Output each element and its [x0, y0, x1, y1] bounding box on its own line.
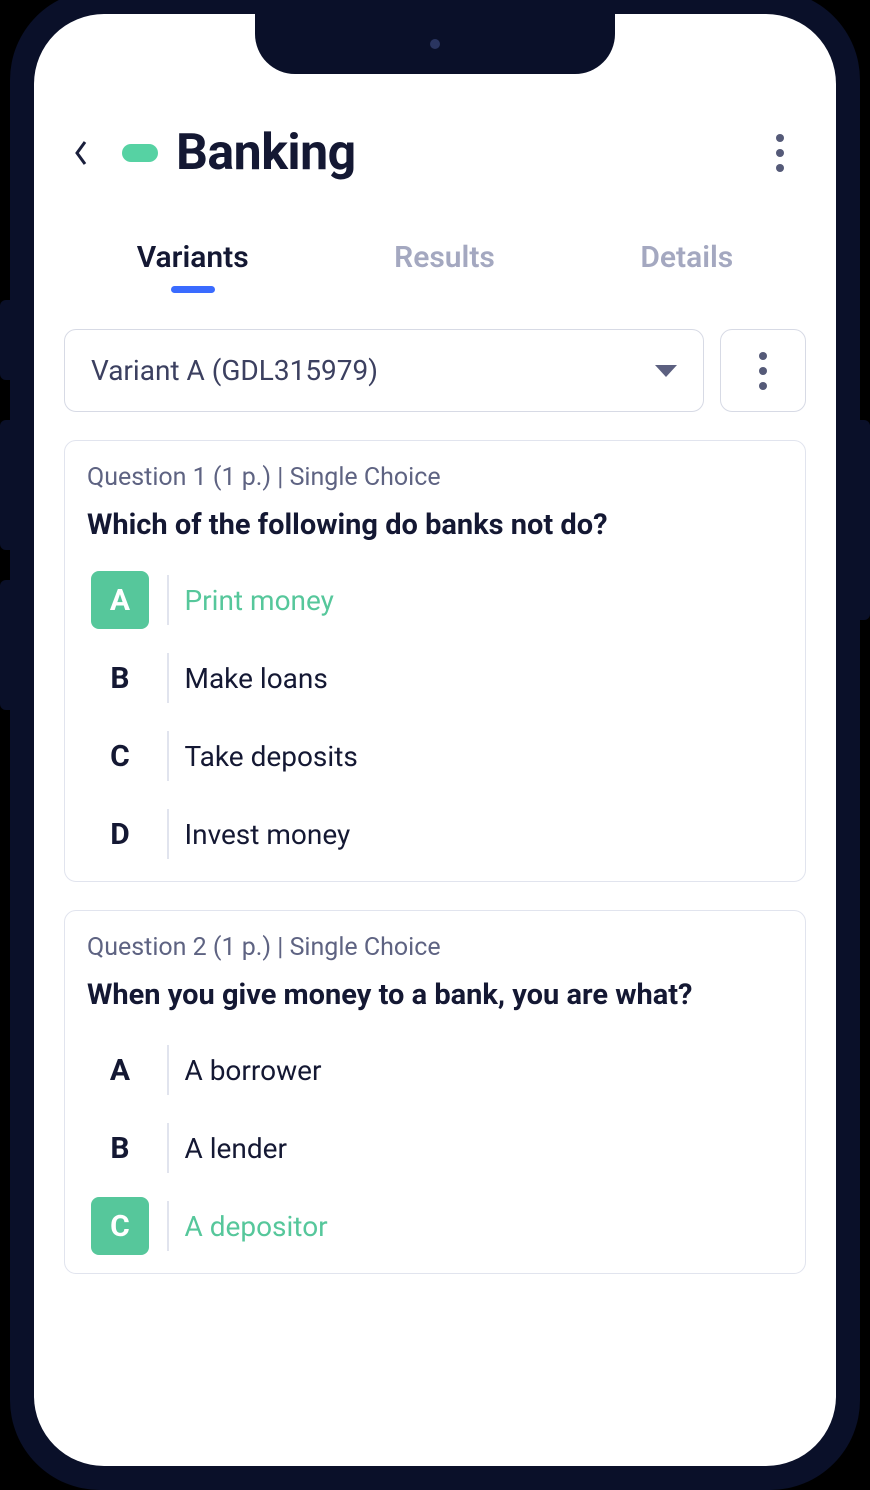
- tab-details[interactable]: Details: [636, 234, 737, 281]
- phone-side-button: [860, 420, 870, 620]
- variant-select-label: Variant A (GDL315979): [91, 354, 378, 387]
- dot-icon: [759, 382, 767, 390]
- dot-icon: [759, 352, 767, 360]
- app-content: Banking Variants Results Details Variant…: [34, 14, 836, 1466]
- phone-side-button: [0, 580, 10, 710]
- phone-frame: Banking Variants Results Details Variant…: [10, 0, 860, 1490]
- option-text: Invest money: [177, 805, 784, 863]
- phone-speaker-dot: [430, 39, 440, 49]
- answer-option[interactable]: A A borrower: [87, 1031, 783, 1109]
- option-text: Make loans: [177, 649, 784, 707]
- question-card: Question 1 (1 p.) | Single Choice Which …: [64, 440, 806, 882]
- phone-side-button: [0, 420, 10, 550]
- option-letter: B: [91, 1119, 149, 1177]
- option-letter: C: [91, 727, 149, 785]
- phone-side-button: [0, 300, 10, 380]
- tab-variants[interactable]: Variants: [133, 234, 253, 281]
- variant-select-dropdown[interactable]: Variant A (GDL315979): [64, 329, 704, 412]
- dot-icon: [759, 367, 767, 375]
- option-text: A borrower: [177, 1041, 784, 1099]
- dot-icon: [776, 164, 784, 172]
- page-title: Banking: [176, 124, 356, 182]
- option-divider: [167, 809, 169, 859]
- option-text: Print money: [177, 571, 784, 629]
- chevron-left-icon: [73, 139, 89, 167]
- answer-option[interactable]: B A lender: [87, 1109, 783, 1187]
- answer-option[interactable]: A Print money: [87, 561, 783, 639]
- answer-option[interactable]: D Invest money: [87, 795, 783, 873]
- option-divider: [167, 731, 169, 781]
- answer-option[interactable]: B Make loans: [87, 639, 783, 717]
- page-header: Banking: [64, 114, 806, 212]
- phone-screen: Banking Variants Results Details Variant…: [34, 14, 836, 1466]
- question-text: When you give money to a bank, you are w…: [87, 976, 783, 1015]
- option-divider: [167, 575, 169, 625]
- dot-icon: [776, 134, 784, 142]
- question-text: Which of the following do banks not do?: [87, 506, 783, 545]
- option-divider: [167, 1123, 169, 1173]
- tab-results[interactable]: Results: [390, 234, 499, 281]
- option-letter: D: [91, 805, 149, 863]
- phone-notch: [255, 14, 615, 74]
- option-letter: C: [91, 1197, 149, 1255]
- option-divider: [167, 653, 169, 703]
- caret-down-icon: [655, 365, 677, 377]
- option-divider: [167, 1045, 169, 1095]
- header-more-button[interactable]: [760, 133, 800, 173]
- variant-selector-row: Variant A (GDL315979): [64, 329, 806, 412]
- option-letter: B: [91, 649, 149, 707]
- option-letter: A: [91, 1041, 149, 1099]
- option-text: A lender: [177, 1119, 784, 1177]
- answer-option[interactable]: C A depositor: [87, 1187, 783, 1265]
- option-letter: A: [91, 571, 149, 629]
- question-meta: Question 1 (1 p.) | Single Choice: [87, 463, 783, 492]
- variant-more-button[interactable]: [720, 329, 806, 412]
- dot-icon: [776, 149, 784, 157]
- answer-option[interactable]: C Take deposits: [87, 717, 783, 795]
- back-button[interactable]: [70, 134, 92, 172]
- option-text: Take deposits: [177, 727, 784, 785]
- question-meta: Question 2 (1 p.) | Single Choice: [87, 933, 783, 962]
- question-card: Question 2 (1 p.) | Single Choice When y…: [64, 910, 806, 1274]
- option-text: A depositor: [177, 1197, 784, 1255]
- option-divider: [167, 1201, 169, 1251]
- tabs-bar: Variants Results Details: [64, 212, 806, 293]
- color-pill-icon: [122, 144, 158, 162]
- more-vertical-icon: [743, 351, 783, 391]
